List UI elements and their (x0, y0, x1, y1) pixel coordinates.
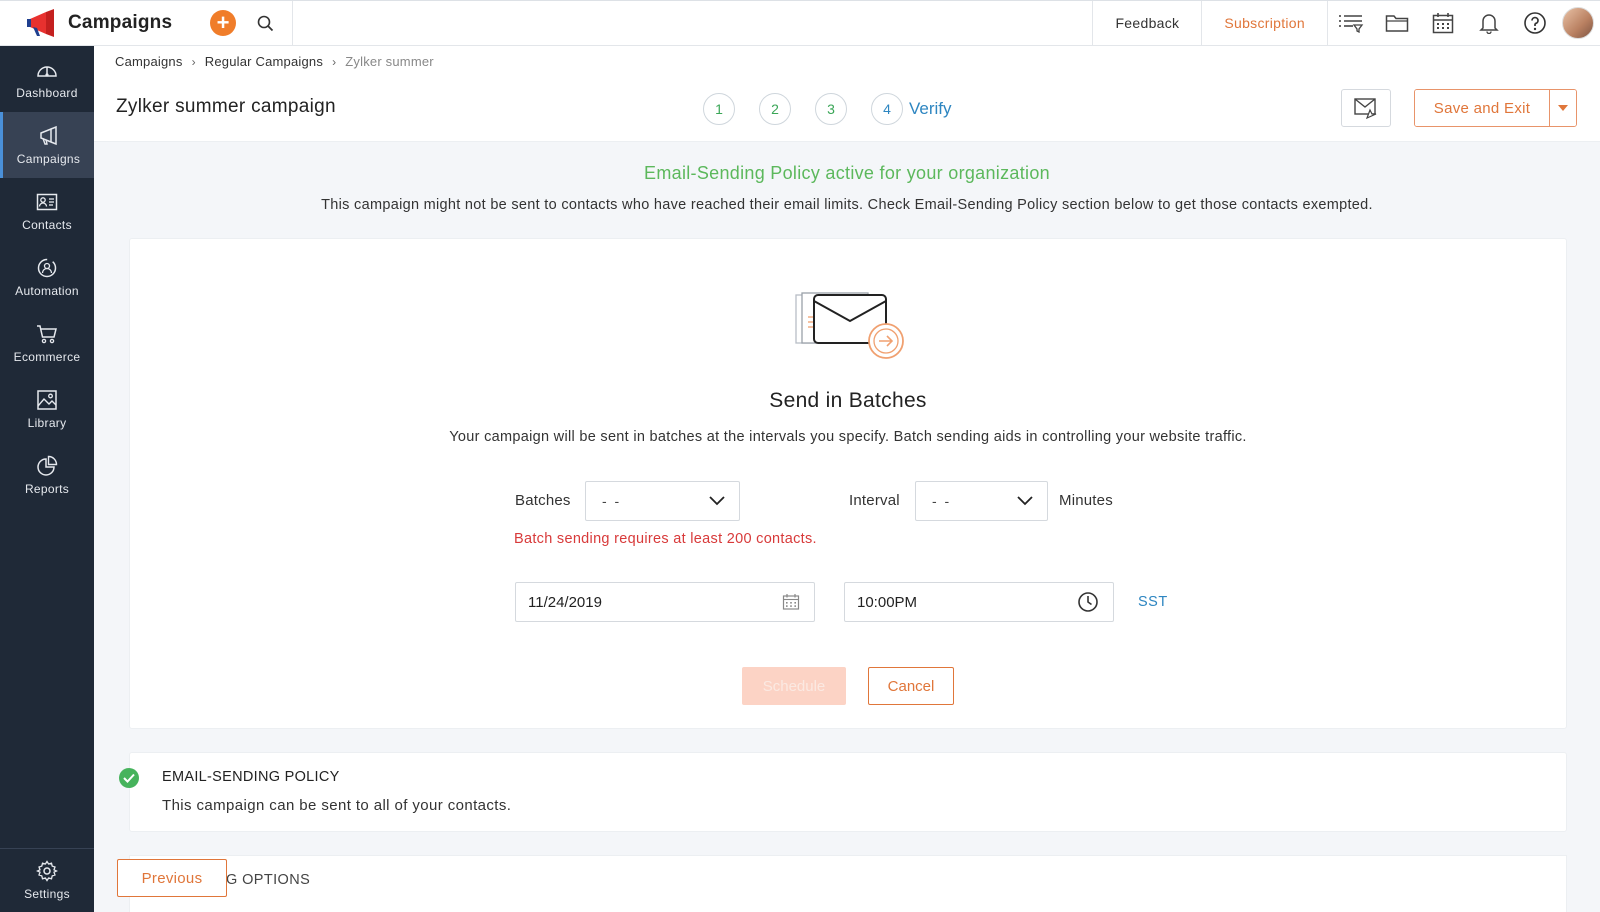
top-bar: Campaigns + Feedback Subscription (0, 0, 1600, 46)
interval-select[interactable]: - - (915, 481, 1048, 521)
email-sending-policy-text: This campaign can be sent to all of your… (162, 797, 512, 814)
email-sending-policy-title: EMAIL-SENDING POLICY (162, 769, 340, 785)
sidebar-item-label: Reports (24, 481, 70, 496)
sidebar: Dashboard Campaigns Contacts Automation (0, 46, 94, 912)
sidebar-item-label: Library (27, 415, 67, 430)
sidebar-item-label: Settings (24, 887, 70, 901)
breadcrumb: Campaigns › Regular Campaigns › Zylker s… (115, 54, 434, 69)
step-current-label: Verify (909, 99, 952, 118)
breadcrumb-regular-campaigns[interactable]: Regular Campaigns (205, 54, 323, 69)
add-button[interactable]: + (210, 10, 236, 36)
folder-button[interactable] (1374, 1, 1420, 45)
clock-icon[interactable] (1077, 591, 1099, 613)
cancel-button[interactable]: Cancel (868, 667, 954, 705)
schedule-date-input[interactable]: 11/24/2019 (515, 582, 815, 622)
step-3[interactable]: 3 (815, 93, 847, 125)
gear-icon (36, 860, 58, 882)
sidebar-item-contacts[interactable]: Contacts (0, 178, 94, 244)
step-indicator: 1 2 3 4 Verify (703, 93, 952, 125)
sidebar-item-reports[interactable]: Reports (0, 442, 94, 508)
sidebar-item-settings[interactable]: Settings (0, 848, 94, 912)
sidebar-item-label: Dashboard (16, 85, 78, 100)
app-name: Campaigns (68, 12, 173, 33)
breadcrumb-campaigns[interactable]: Campaigns (115, 54, 183, 69)
batches-label: Batches (515, 492, 571, 509)
pie-chart-icon (37, 455, 58, 476)
sending-options-section (129, 855, 1567, 912)
sidebar-item-label: Contacts (22, 217, 72, 232)
cart-icon (37, 324, 57, 343)
page-title: Zylker summer campaign (116, 96, 336, 117)
preview-email-button[interactable] (1341, 89, 1391, 127)
sending-options-label: G OPTIONS (226, 872, 311, 888)
subscription-link[interactable]: Subscription (1201, 1, 1328, 45)
help-icon (1524, 12, 1546, 34)
notifications-button[interactable] (1466, 1, 1512, 45)
chevron-down-icon (1017, 496, 1033, 506)
save-options-dropdown[interactable] (1549, 90, 1576, 126)
megaphone-icon (39, 125, 57, 145)
chevron-down-icon (709, 496, 725, 506)
breadcrumb-current: Zylker summer (345, 54, 434, 69)
interval-label: Interval (849, 492, 900, 509)
send-in-batches-card: Send in Batches Your campaign will be se… (129, 238, 1567, 729)
check-circle-icon (119, 768, 139, 788)
calendar-button[interactable] (1420, 1, 1466, 45)
save-and-exit-split-button: Save and Exit (1414, 89, 1577, 127)
contact-card-icon (36, 193, 58, 210)
step-2[interactable]: 2 (759, 93, 791, 125)
search-icon (257, 15, 273, 31)
timezone-link[interactable]: SST (1138, 594, 1168, 610)
schedule-date-value: 11/24/2019 (528, 593, 602, 611)
batch-error-message: Batch sending requires at least 200 cont… (514, 531, 817, 547)
step-1[interactable]: 1 (703, 93, 735, 125)
feedback-link[interactable]: Feedback (1092, 1, 1201, 45)
caret-down-icon (1558, 105, 1568, 111)
calendar-icon[interactable] (782, 593, 800, 611)
sidebar-item-label: Campaigns (16, 151, 81, 166)
sidebar-item-campaigns[interactable]: Campaigns (0, 112, 94, 178)
brand[interactable]: Campaigns (0, 1, 200, 45)
batch-description: Your campaign will be sent in batches at… (449, 429, 1247, 445)
folder-icon (1385, 15, 1409, 32)
schedule-time-value: 10:00PM (857, 593, 918, 611)
megaphone-logo (27, 9, 54, 37)
topbar-divider (292, 1, 293, 45)
batch-title: Send in Batches (769, 389, 927, 412)
image-library-icon (37, 389, 57, 410)
policy-notice-title: Email-Sending Policy active for your org… (644, 163, 1050, 183)
email-sending-policy-card (129, 752, 1567, 832)
sidebar-item-automation[interactable]: Automation (0, 244, 94, 310)
sidebar-item-label: Automation (15, 283, 79, 298)
page-header: Campaigns › Regular Campaigns › Zylker s… (94, 46, 1600, 142)
schedule-time-input[interactable]: 10:00PM (844, 582, 1114, 622)
schedule-button[interactable]: Schedule (742, 667, 846, 705)
automation-icon (37, 258, 57, 277)
step-4[interactable]: 4 (871, 93, 903, 125)
interval-select-value: - - (932, 493, 952, 509)
help-button[interactable] (1512, 1, 1558, 45)
search-button[interactable] (250, 8, 280, 38)
bell-icon (1479, 14, 1499, 34)
chevron-right-icon: › (191, 54, 196, 69)
gauge-icon (37, 65, 57, 77)
batches-select-value: - - (602, 493, 622, 509)
list-filter-icon (1339, 15, 1364, 33)
batches-select[interactable]: - - (585, 481, 740, 521)
email-preview-icon (1354, 98, 1377, 120)
avatar[interactable] (1562, 7, 1594, 39)
batch-envelope-icon (795, 292, 904, 359)
sidebar-item-label: Ecommerce (13, 349, 81, 364)
previous-button[interactable]: Previous (117, 859, 227, 897)
chevron-right-icon: › (332, 54, 337, 69)
sidebar-item-dashboard[interactable]: Dashboard (0, 46, 94, 112)
save-and-exit-button[interactable]: Save and Exit (1415, 90, 1549, 126)
sidebar-item-library[interactable]: Library (0, 376, 94, 442)
minutes-label: Minutes (1059, 492, 1113, 509)
policy-notice-text: This campaign might not be sent to conta… (321, 197, 1373, 213)
plus-icon: + (216, 10, 230, 35)
calendar-icon (1432, 13, 1454, 34)
sidebar-item-ecommerce[interactable]: Ecommerce (0, 310, 94, 376)
list-filter-button[interactable] (1328, 1, 1374, 45)
